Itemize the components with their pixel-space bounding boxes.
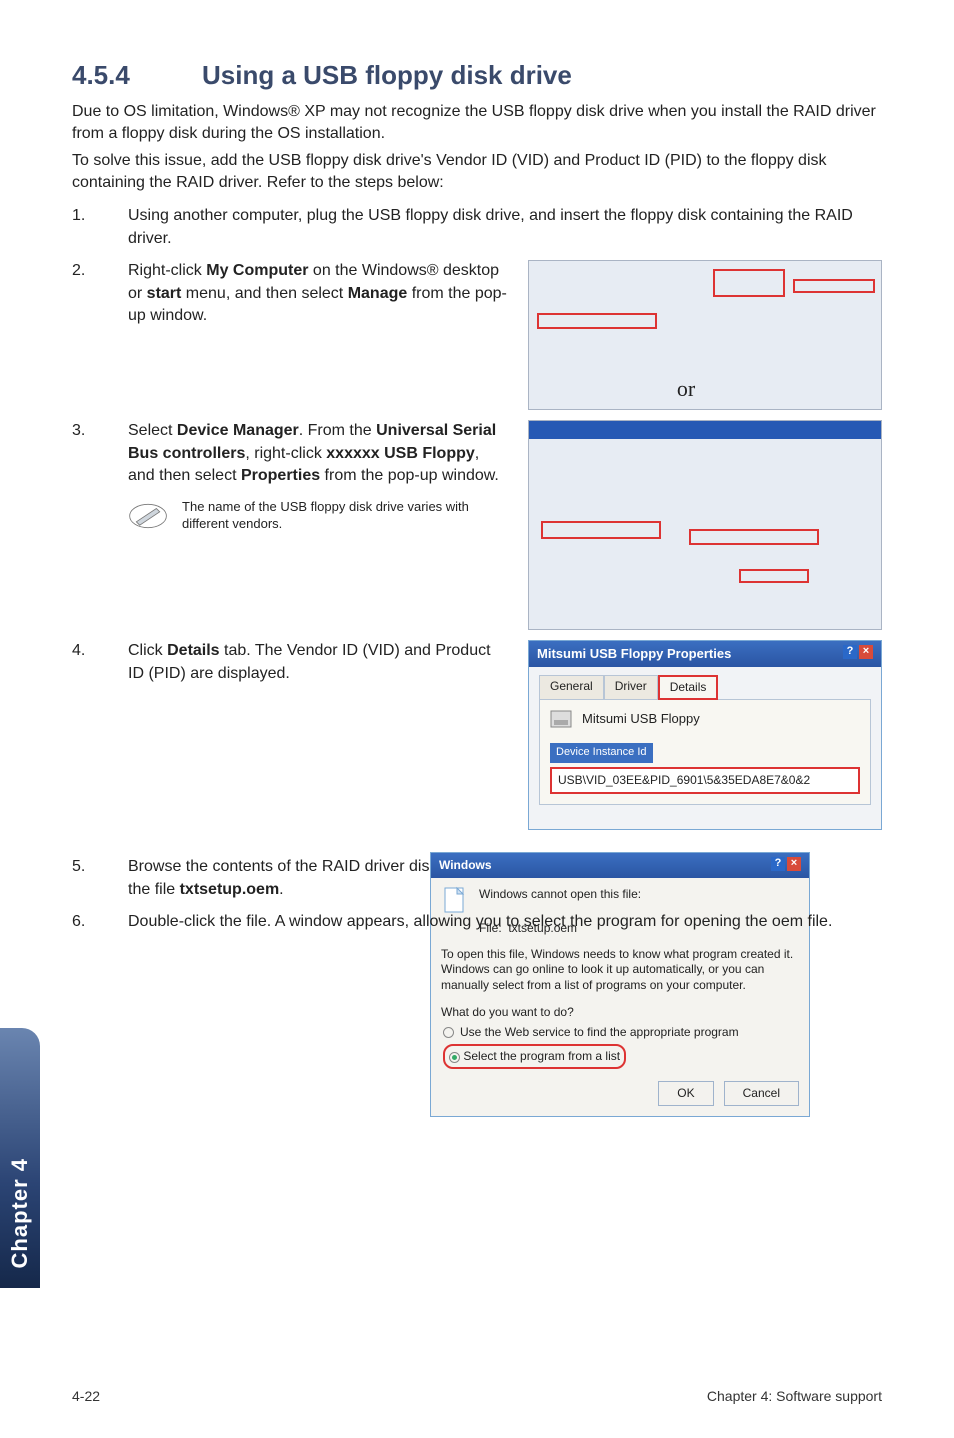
step-6-text: Double-click the file. A window appears,… xyxy=(128,913,832,930)
footer-right: Chapter 4: Software support xyxy=(707,1388,882,1404)
floppy-icon xyxy=(550,710,572,728)
cancel-button[interactable]: Cancel xyxy=(724,1081,799,1106)
chapter-tab-label: Chapter 4 xyxy=(7,1158,33,1268)
device-instance-id: USB\VID_03EE&PID_6901\5&35EDA8E7&0&2 xyxy=(550,767,860,794)
tab-general[interactable]: General xyxy=(539,675,604,700)
step-5: Browse the contents of the RAID driver d… xyxy=(72,856,882,901)
windows-dialog-title: Windows xyxy=(439,857,492,874)
close-icon[interactable]: × xyxy=(787,857,801,871)
help-icon[interactable]: ? xyxy=(843,645,857,659)
section-number: 4.5.4 xyxy=(72,60,202,91)
tab-details[interactable]: Details xyxy=(658,675,719,700)
device-name: Mitsumi USB Floppy xyxy=(582,710,700,728)
properties-dialog: Mitsumi USB Floppy Properties ?× General… xyxy=(528,640,882,830)
combo-label[interactable]: Device Instance Id xyxy=(550,743,653,762)
what-do-you-want: What do you want to do? xyxy=(441,1004,799,1021)
intro-paragraph-1: Due to OS limitation, Windows® XP may no… xyxy=(72,101,882,144)
properties-title: Mitsumi USB Floppy Properties xyxy=(537,645,731,663)
screenshot-context-menu: or xyxy=(528,260,882,410)
step-1: Using another computer, plug the USB flo… xyxy=(72,205,882,250)
ok-button[interactable]: OK xyxy=(658,1081,713,1106)
section-title: Using a USB floppy disk drive xyxy=(202,60,572,90)
intro-paragraph-2: To solve this issue, add the USB floppy … xyxy=(72,150,882,193)
step-2: Right-click My Computer on the Windows® … xyxy=(72,260,882,410)
step-6: Double-click the file. A window appears,… xyxy=(72,911,882,933)
file-icon xyxy=(441,886,469,914)
cannot-open-message: Windows cannot open this file: xyxy=(479,886,641,903)
windows-open-with-dialog: Windows ?× Windows cannot open this file… xyxy=(430,852,810,1117)
open-with-paragraph: To open this file, Windows needs to know… xyxy=(441,947,799,994)
note-box: The name of the USB floppy disk drive va… xyxy=(128,499,508,533)
step-4: Click Details tab. The Vendor ID (VID) a… xyxy=(72,640,882,830)
pencil-icon xyxy=(128,499,168,533)
tab-driver[interactable]: Driver xyxy=(604,675,658,700)
titlebar-buttons: ?× xyxy=(843,645,873,663)
step-1-text: Using another computer, plug the USB flo… xyxy=(128,207,853,246)
screenshot-device-manager xyxy=(528,420,882,630)
help-icon[interactable]: ? xyxy=(771,857,785,871)
titlebar-buttons: ?× xyxy=(771,857,801,874)
or-label: or xyxy=(677,374,695,405)
page-number: 4-22 xyxy=(72,1388,100,1404)
radio-web-service[interactable]: Use the Web service to find the appropri… xyxy=(443,1024,799,1041)
chapter-tab: Chapter 4 xyxy=(0,1028,40,1288)
radio-select-program[interactable]: Select the program from a list xyxy=(443,1044,799,1069)
section-heading: 4.5.4Using a USB floppy disk drive xyxy=(72,60,882,91)
note-text: The name of the USB floppy disk drive va… xyxy=(182,499,508,533)
close-icon[interactable]: × xyxy=(859,645,873,659)
step-3: Select Device Manager. From the Universa… xyxy=(72,420,882,630)
